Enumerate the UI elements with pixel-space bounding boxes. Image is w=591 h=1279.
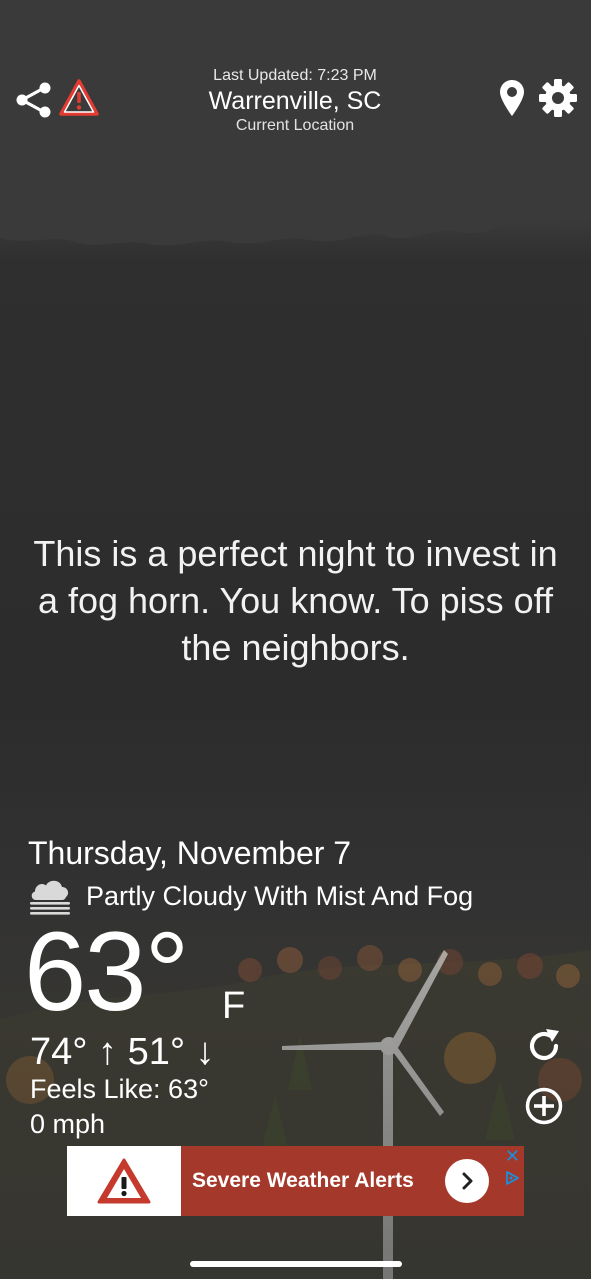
top-bar: Last Updated: 7:23 PM Warrenville, SC Cu…: [0, 60, 591, 140]
feels-like: Feels Like: 63°: [30, 1074, 209, 1104]
warning-triangle-icon[interactable]: [58, 78, 100, 118]
location-pin-icon[interactable]: [498, 78, 526, 118]
ad-content[interactable]: Severe Weather Alerts: [181, 1146, 524, 1216]
current-temperature: 63°: [24, 909, 189, 1034]
ad-arrow-button[interactable]: [445, 1159, 489, 1203]
condition-text: Partly Cloudy With Mist And Fog: [86, 880, 474, 911]
forecast-date: Thursday, November 7: [28, 835, 352, 871]
plus-circle-icon[interactable]: [524, 1086, 564, 1126]
ad-logo: [67, 1146, 181, 1216]
high-low-temps: 74° ↑ 51° ↓: [30, 1031, 215, 1073]
city-name[interactable]: Warrenville, SC: [150, 86, 440, 116]
wind-speed: 0 mph: [30, 1109, 106, 1139]
ad-close-icon[interactable]: ✕: [505, 1146, 520, 1167]
ad-banner[interactable]: Severe Weather Alerts ✕: [67, 1146, 524, 1216]
last-updated: Last Updated: 7:23 PM: [213, 67, 377, 84]
home-indicator[interactable]: [190, 1261, 402, 1267]
location-label: Current Location: [235, 117, 355, 134]
share-icon[interactable]: [14, 82, 54, 118]
header-info: Last Updated: 7:23 PM Warrenville, SC Cu…: [150, 66, 440, 136]
warning-triangle-icon: [97, 1158, 151, 1204]
refresh-icon[interactable]: [524, 1026, 564, 1066]
weather-quote: This is a perfect night to invest in a f…: [33, 533, 558, 668]
chevron-right-icon: [462, 1172, 473, 1190]
ad-text[interactable]: Severe Weather Alerts: [192, 1169, 414, 1193]
gear-icon[interactable]: [538, 78, 578, 118]
temperature-unit[interactable]: F: [222, 986, 245, 1026]
ad-choices-icon[interactable]: [504, 1170, 520, 1186]
